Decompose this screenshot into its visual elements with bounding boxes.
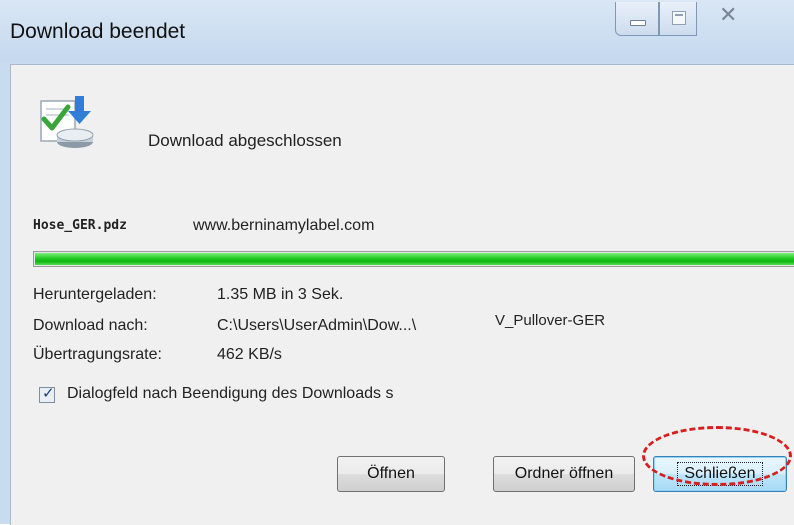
download-complete-message: Download abgeschlossen [148,131,342,150]
download-complete-icon [40,96,94,148]
checkmark-icon: ✓ [42,385,55,402]
maximize-icon [672,11,686,25]
title-bar[interactable]: Download beendet ✕ [0,0,794,62]
downloaded-label: Heruntergeladen: [33,286,157,303]
destination-label: Download nach: [33,317,148,334]
minimize-icon [630,20,646,26]
destination-filename: V_Pullover-GER [495,312,606,329]
downloaded-value: 1.35 MB in 3 Sek. [217,286,344,303]
source-url: www.berninamylabel.com [193,217,375,234]
maximize-button[interactable] [659,2,697,36]
keep-dialog-checkbox[interactable]: ✓ [39,385,55,403]
transfer-rate-label: Übertragungsrate: [33,346,162,363]
minimize-button[interactable] [615,2,659,36]
window-title: Download beendet [10,20,186,43]
dialog-body: Download abgeschlossen Hose_GER.pdz www.… [10,64,794,525]
keep-dialog-label[interactable]: Dialogfeld nach Beendigung des Downloads… [67,385,499,403]
close-icon: ✕ [719,2,738,27]
download-dialog-window: Download beendet ✕ Download abgeschlosse… [0,0,794,525]
transfer-rate-value: 462 KB/s [217,346,282,363]
progress-bar [33,251,794,267]
close-button[interactable]: Schließen [653,456,787,492]
open-folder-button[interactable]: Ordner öffnen [493,456,635,492]
close-button-label: Schließen [677,462,763,486]
file-name: Hose_GER.pdz [33,218,127,233]
destination-path: C:\Users\UserAdmin\Dow...\ [217,317,417,334]
caption-buttons: ✕ [615,0,794,36]
close-window-button[interactable]: ✕ [697,2,757,36]
open-button[interactable]: Öffnen [337,456,445,492]
progress-bar-fill [35,253,794,265]
